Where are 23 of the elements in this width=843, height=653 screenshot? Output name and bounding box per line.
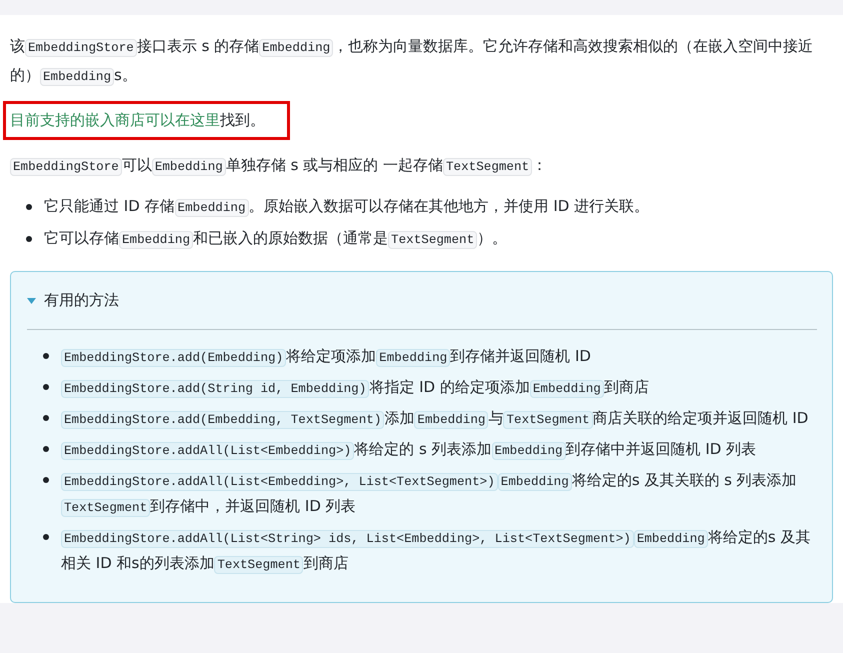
bullet-icon	[43, 353, 49, 359]
bullet-icon	[43, 477, 49, 483]
bullet-icon	[43, 446, 49, 452]
paragraph: EmbeddingStore 可以 Embedding 单独存储 s 或与相应的 一起存储 TextSegment ：	[10, 152, 833, 181]
paragraph: 该 EmbeddingStore 接口表示 s 的存储 Embedding ，也称为向量数据库。它允许存储和高效搜索相似的（在嵌入空间中接近的） Embedding s。	[10, 36, 814, 88]
bullet-icon	[43, 384, 49, 390]
list-item-text: EmbeddingStore.add(Embedding, TextSegment) 添加 Embedding 与 TextSegment 商店关联的给定项并返回随机 ID	[61, 406, 808, 432]
list-item-text: EmbeddingStore.addAll(List<String> ids, List<Embedding>, List<TextSegment>) Embedding 将给定的s 及其相关 ID 和s的列表添加 TextSegment 到商店	[61, 527, 812, 576]
caret-icon	[27, 298, 36, 304]
bullet-icon	[26, 236, 32, 242]
list-item-text: EmbeddingStore.addAll(List<Embedding>) 将给定的 s 列表添加 Embedding 到存储中并返回随机 ID 列表	[61, 437, 756, 463]
summary-label: 有用的方法	[44, 291, 119, 310]
bullet-icon	[26, 204, 32, 210]
list-item-text: 它可以存储 Embedding 和已嵌入的原始数据（通常是 TextSegment ）。	[44, 228, 508, 251]
paragraph: 目前支持的嵌入商店可以在这里找到。	[10, 110, 265, 131]
bullet-icon	[43, 534, 49, 540]
bullet-icon	[43, 415, 49, 421]
list-item-text: EmbeddingStore.add(String id, Embedding) 将指定 ID 的给定项添加 Embedding 到商店	[61, 375, 649, 401]
stores-link[interactable]: 目前支持的嵌入商店可以在这里	[10, 111, 220, 129]
list-item-text: EmbeddingStore.addAll(List<Embedding>, List<TextSegment>) Embedding 将给定的s 及其关联的 s 列表添加 TextSegment 到存储中，并返回随机 ID 列表	[61, 468, 817, 520]
list-item-text: 它只能通过 ID 存储 Embedding 。原始嵌入数据可以存储在其他地方，并使用 ID 进行关联。	[44, 196, 650, 219]
list-item-text: EmbeddingStore.add(Embedding) 将给定项添加 Embedding 到存储并返回随机 ID	[61, 344, 591, 370]
details-summary[interactable]: 有用的方法	[27, 272, 817, 330]
